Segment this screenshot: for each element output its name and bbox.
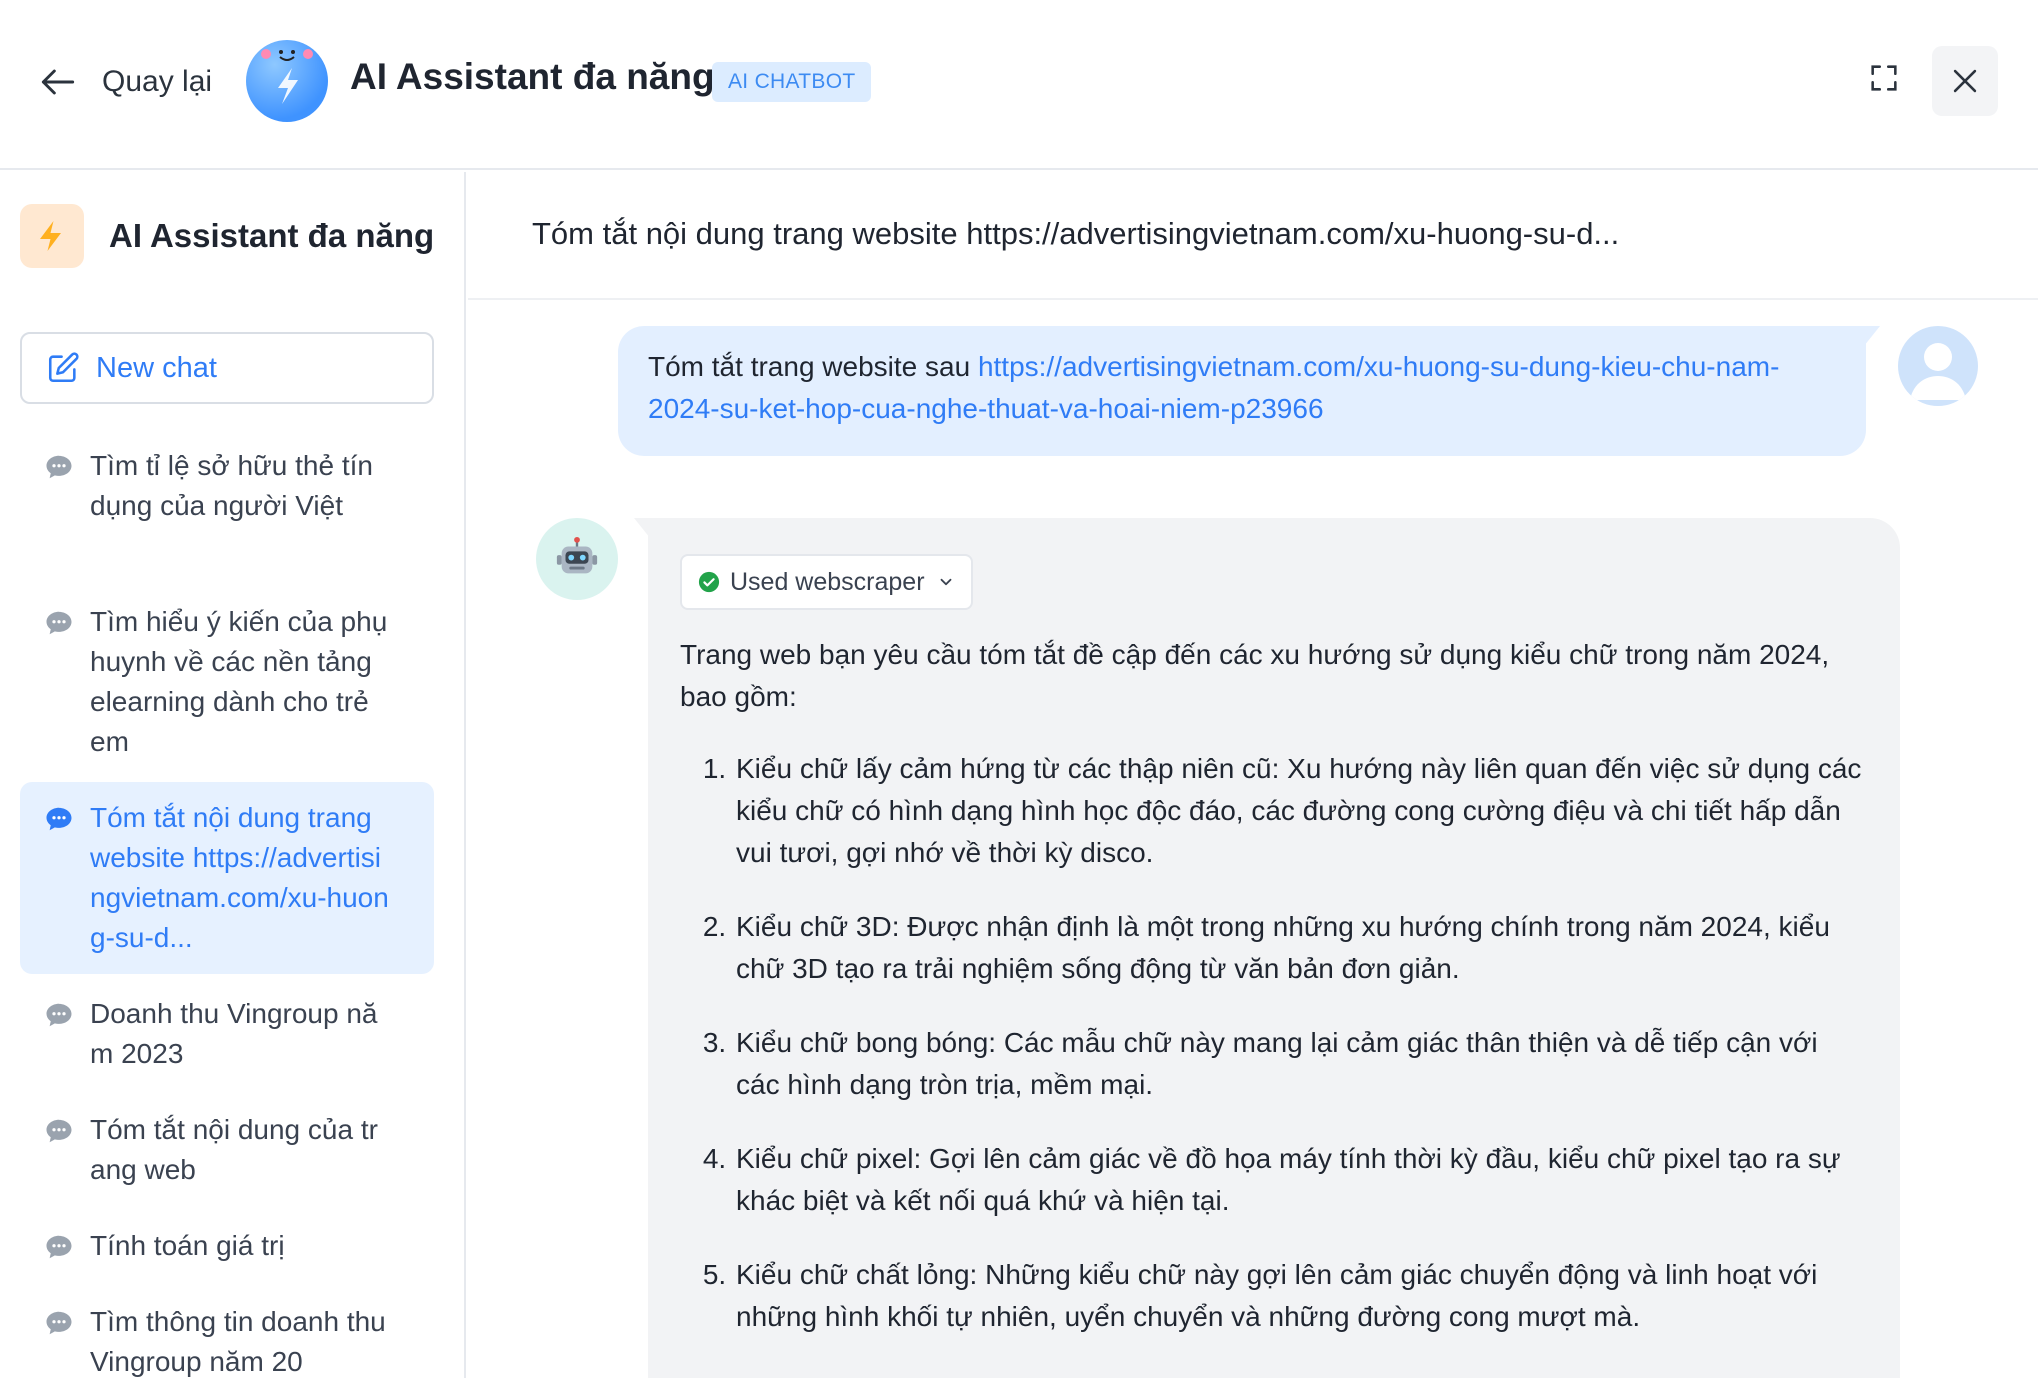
- chat-bubble-icon: [46, 1119, 72, 1143]
- sidebar-header: AI Assistant đa năng: [20, 204, 434, 268]
- list-item: Kiểu chữ chất lỏng: Những kiểu chữ này g…: [734, 1254, 1868, 1338]
- list-item: Kiểu chữ bong bóng: Các mẫu chữ này mang…: [734, 1022, 1868, 1106]
- user-icon: [1910, 343, 1966, 400]
- back-button[interactable]: Quay lại: [36, 54, 212, 110]
- assistant-avatar: [246, 40, 328, 122]
- chat-bubble-icon: [46, 611, 72, 635]
- chat-bubble-icon: [46, 1235, 72, 1259]
- list-item: Kiểu chữ pixel: Gợi lên cảm giác về đồ h…: [734, 1138, 1868, 1222]
- history-label: Tìm tỉ lệ sở hữu thẻ tín dụng của người …: [90, 450, 373, 521]
- arrow-left-icon: [41, 69, 75, 95]
- sidebar-history-item-active[interactable]: Tóm tắt nội dung trang website https://a…: [20, 782, 434, 974]
- sidebar: AI Assistant đa năng New chat Tìm tỉ lệ …: [0, 172, 466, 1378]
- close-button[interactable]: [1932, 46, 1998, 116]
- sidebar-history-item[interactable]: Tìm tỉ lệ sở hữu thẻ tín dụng của người …: [20, 430, 434, 542]
- chat-bubble-icon: [46, 807, 72, 831]
- chat-bubble-icon: [46, 1003, 72, 1027]
- expand-button[interactable]: [1862, 56, 1906, 100]
- chat-bubble-icon: [46, 455, 72, 479]
- back-label: Quay lại: [102, 65, 213, 98]
- history-label: Tóm tắt nội dung của trang web: [90, 1114, 378, 1185]
- ai-chatbot-badge: AI CHATBOT: [712, 62, 872, 102]
- sidebar-history-item[interactable]: Tóm tắt nội dung của trang web: [20, 1094, 434, 1206]
- edit-icon: [48, 352, 79, 383]
- history-label: Tính toán giá trị: [90, 1230, 285, 1261]
- chevron-down-icon: [940, 578, 951, 586]
- new-chat-button[interactable]: New chat: [20, 332, 434, 404]
- chat-title: Tóm tắt nội dung trang website https://a…: [532, 216, 1620, 251]
- answer-list: Kiểu chữ lấy cảm hứng từ các thập niên c…: [680, 748, 1868, 1338]
- chat-header: Tóm tắt nội dung trang website https://a…: [468, 172, 2038, 300]
- tool-label: Used webscraper: [730, 567, 925, 596]
- list-item: Kiểu chữ lấy cảm hứng từ các thập niên c…: [734, 748, 1868, 874]
- sidebar-history-item[interactable]: Tính toán giá trị: [20, 1210, 434, 1282]
- sidebar-title: AI Assistant đa năng: [109, 217, 435, 254]
- history-label: Tóm tắt nội dung trang website https://a…: [90, 802, 389, 953]
- sidebar-history-item[interactable]: Tìm hiểu ý kiến của phụ huynh về các nền…: [20, 586, 434, 778]
- tool-usage-toggle[interactable]: Used webscraper: [680, 554, 973, 610]
- answer-intro: Trang web bạn yêu cầu tóm tắt đề cập đến…: [680, 639, 1830, 712]
- history-label: Tìm hiểu ý kiến của phụ huynh về các nền…: [90, 606, 388, 757]
- sidebar-history-item[interactable]: Doanh thu Vingroup năm 2023: [20, 978, 434, 1090]
- assistant-message: Used webscraper Trang web bạn yêu cầu tó…: [634, 518, 1900, 1378]
- top-header: Quay lại AI Assistant đa năng AI CHATBOT: [0, 0, 2038, 170]
- lightning-icon: [20, 204, 84, 268]
- bot-avatar: [536, 518, 618, 600]
- user-message: Tóm tắt trang website sau https://advert…: [618, 326, 1880, 456]
- user-avatar: [1898, 326, 1978, 406]
- close-icon: [1953, 69, 1977, 93]
- app-title: AI Assistant đa năng: [350, 56, 715, 97]
- user-message-text: Tóm tắt trang website sau: [648, 351, 978, 382]
- history-label: Doanh thu Vingroup năm 2023: [90, 998, 378, 1069]
- sidebar-history-item[interactable]: Tìm thông tin doanh thu Vingroup năm 20: [20, 1286, 434, 1378]
- list-item: Kiểu chữ 3D: Được nhận định là một trong…: [734, 906, 1868, 990]
- new-chat-label: New chat: [96, 351, 217, 384]
- chat-panel: Tóm tắt nội dung trang website https://a…: [468, 172, 2038, 1378]
- robot-icon: [556, 536, 598, 574]
- check-circle-icon: [698, 571, 720, 593]
- expand-icon: [1871, 65, 1897, 91]
- history-label: Tìm thông tin doanh thu Vingroup năm 20: [90, 1306, 386, 1377]
- chat-bubble-icon: [46, 1311, 72, 1335]
